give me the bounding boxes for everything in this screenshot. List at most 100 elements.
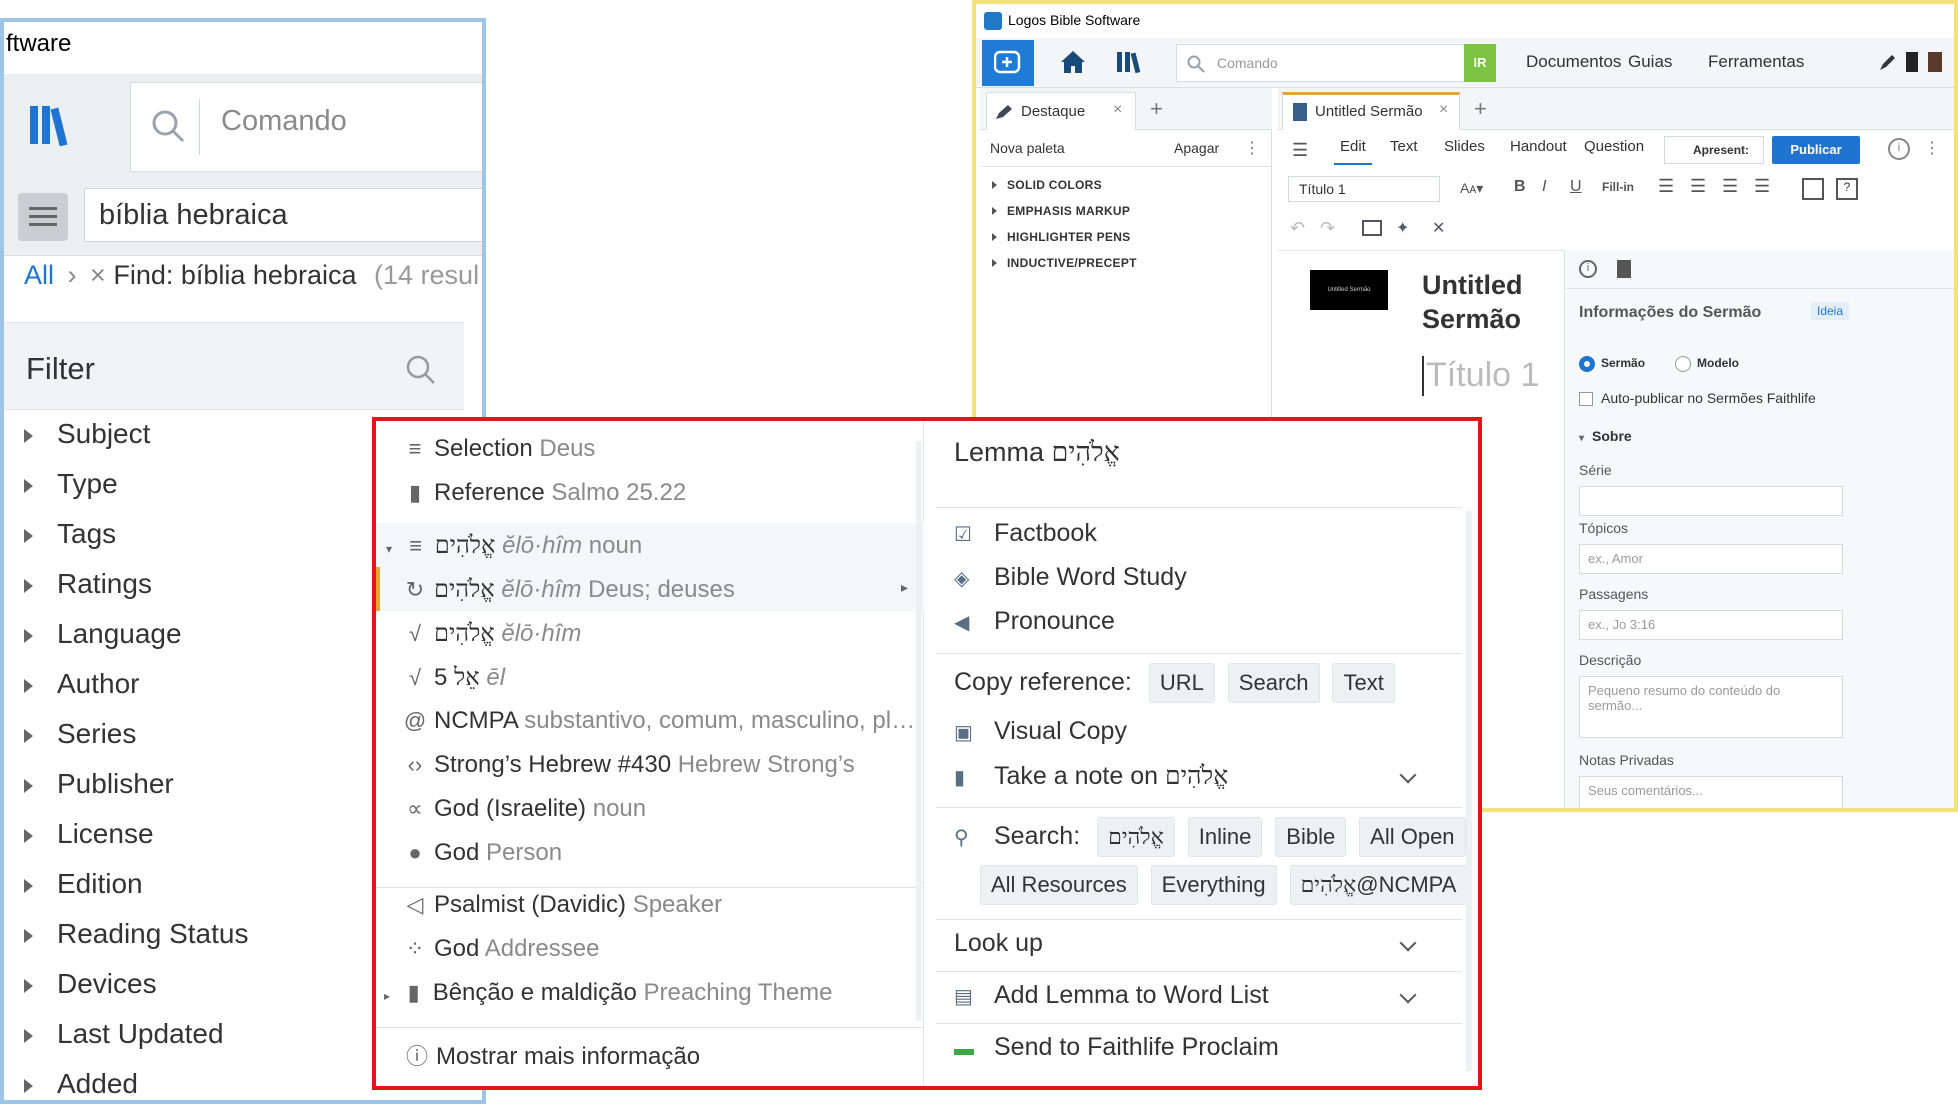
home-icon[interactable]	[1060, 50, 1086, 74]
description-input[interactable]: Pequeno resumo do conteúdo do sermão...	[1579, 676, 1843, 738]
info-icon[interactable]: i	[1579, 260, 1597, 278]
panel-icon[interactable]	[1906, 52, 1918, 72]
question-block-icon[interactable]: ?	[1836, 178, 1858, 200]
speaker-item[interactable]: ◁ Psalmist (Davidic) Speaker	[402, 891, 723, 931]
add-tab-icon[interactable]: +	[1474, 96, 1487, 122]
bible-word-study-item[interactable]: ◈ Bible Word Study	[954, 563, 1187, 592]
theme-item[interactable]: ▸ ▮ Bênção e maldição Preaching Theme	[384, 979, 833, 1019]
add-lemma-item[interactable]: ▤ Add Lemma to Word List	[954, 981, 1454, 1010]
publish-button[interactable]: Publicar	[1772, 136, 1860, 164]
tab-destaque[interactable]: Destaque ×	[986, 92, 1136, 130]
italic-icon[interactable]: I	[1542, 178, 1546, 196]
new-palette-button[interactable]: Nova paleta	[990, 140, 1065, 156]
palette-inductive-precept[interactable]: INDUCTIVE/PRECEPT	[992, 256, 1137, 270]
bullet-list-icon[interactable]: ☰	[1658, 176, 1674, 197]
font-size-icon[interactable]: Aᴀ▾	[1460, 180, 1483, 197]
library-icon[interactable]	[1116, 50, 1144, 74]
ir-badge[interactable]: IR	[1464, 44, 1496, 82]
facet-devices[interactable]: Devices	[24, 968, 157, 1000]
search-icon[interactable]	[406, 355, 436, 385]
tab-question[interactable]: Question	[1584, 138, 1644, 155]
palette-emphasis-markup[interactable]: EMPHASIS MARKUP	[992, 204, 1130, 218]
facet-language[interactable]: Language	[24, 618, 182, 650]
reference-item[interactable]: ▮ Reference Salmo 25.22	[402, 479, 686, 519]
facet-subject[interactable]: Subject	[24, 418, 150, 450]
slide-thumbnail[interactable]: Untitled Sermão	[1310, 270, 1388, 310]
copy-url-button[interactable]: URL	[1148, 663, 1215, 703]
strongs-item[interactable]: ‹› Strong’s Hebrew #430 Hebrew Strong’s	[402, 751, 855, 791]
book-icon[interactable]	[1928, 52, 1942, 72]
pencil-icon[interactable]	[1878, 54, 1896, 72]
menu-icon[interactable]: ☰	[1292, 140, 1308, 161]
nav-ferramentas[interactable]: Ferramentas	[1708, 52, 1804, 72]
chevron-down-icon[interactable]	[1399, 766, 1417, 784]
close-icon[interactable]: ×	[90, 260, 106, 290]
redo-icon[interactable]: ↷	[1320, 218, 1335, 239]
search-lemma-button[interactable]: אֱלֹהִים	[1097, 817, 1175, 857]
send-proclaim-item[interactable]: ▬ Send to Faithlife Proclaim	[954, 1033, 1279, 1062]
facet-type[interactable]: Type	[24, 468, 118, 500]
chevron-down-icon[interactable]	[1399, 934, 1417, 952]
tab-handout[interactable]: Handout	[1510, 138, 1567, 155]
scrollbar[interactable]	[1466, 511, 1472, 1071]
look-up-item[interactable]: Look up	[954, 929, 1454, 958]
root-item[interactable]: √ 5 אֵל ēl	[402, 663, 505, 703]
menu-button[interactable]	[18, 193, 68, 241]
bookmark-add-icon[interactable]: ✦	[1396, 218, 1409, 238]
search-morph-button[interactable]: אֱלֹהִים@NCMPA	[1289, 865, 1468, 905]
logos-logo-button[interactable]	[982, 40, 1034, 86]
series-input[interactable]	[1579, 486, 1843, 516]
chevron-down-icon[interactable]	[1399, 986, 1417, 1004]
sense-gloss-item[interactable]: ∝ God (Israelite) noun	[402, 795, 646, 835]
add-tab-icon[interactable]: +	[1150, 96, 1163, 122]
facet-tags[interactable]: Tags	[24, 518, 116, 550]
word-item[interactable]: ▾ ≡ אֱלֹהִים ĕlō·hîm noun	[376, 523, 924, 567]
factbook-item[interactable]: ☑ Factbook	[954, 519, 1097, 548]
search-all-resources-button[interactable]: All Resources	[980, 865, 1138, 905]
facet-last-updated[interactable]: Last Updated	[24, 1018, 224, 1050]
search-all-open-button[interactable]: All Open	[1359, 817, 1466, 857]
command-box[interactable]: Comando	[1176, 44, 1466, 82]
more-icon[interactable]: ⋮	[1244, 138, 1260, 158]
search-everything-button[interactable]: Everything	[1150, 865, 1277, 905]
palette-highlighter-pens[interactable]: HIGHLIGHTER PENS	[992, 230, 1130, 244]
info-icon[interactable]: i	[1888, 138, 1910, 160]
facet-license[interactable]: License	[24, 818, 154, 850]
visual-copy-item[interactable]: ▣ Visual Copy	[954, 717, 1127, 746]
selection-item[interactable]: ≡ Selection Deus	[402, 435, 596, 475]
search-bible-button[interactable]: Bible	[1275, 817, 1347, 857]
palette-solid-colors[interactable]: SOLID COLORS	[992, 178, 1102, 192]
addressee-item[interactable]: ⁘ God Addressee	[402, 935, 600, 975]
present-button[interactable]: Apresent:	[1664, 136, 1764, 164]
close-icon[interactable]: ×	[1439, 101, 1448, 119]
underline-icon[interactable]: U	[1570, 178, 1582, 196]
about-section[interactable]: ▾ Sobre	[1579, 428, 1632, 444]
tab-edit[interactable]: Edit	[1334, 138, 1372, 165]
lemma-item[interactable]: √ אֱלֹהִים ĕlō·hîm	[402, 619, 581, 659]
heading-placeholder[interactable]: Título 1	[1426, 356, 1539, 395]
block-icon[interactable]	[1802, 178, 1824, 200]
notes-input[interactable]: Seus comentários...	[1579, 776, 1843, 808]
tab-untitled-sermon[interactable]: Untitled Sermão ×	[1282, 92, 1460, 130]
tab-text[interactable]: Text	[1390, 138, 1418, 155]
idea-badge[interactable]: Ideia	[1811, 302, 1850, 320]
copy-text-button[interactable]: Text	[1332, 663, 1395, 703]
morphology-item[interactable]: @ NCMPA substantivo, comum, masculino, pl…	[402, 707, 915, 747]
autopublish-checkbox[interactable]	[1579, 392, 1593, 406]
radio-sermon[interactable]	[1579, 356, 1595, 372]
facet-publisher[interactable]: Publisher	[24, 768, 174, 800]
fill-in-button[interactable]: Fill-in	[1602, 180, 1634, 194]
bold-icon[interactable]: B	[1514, 178, 1526, 196]
radio-model[interactable]	[1675, 356, 1691, 372]
passages-input[interactable]: ex., Jo 3:16	[1579, 610, 1843, 640]
library-button[interactable]	[4, 74, 102, 178]
pronounce-item[interactable]: ◀ Pronounce	[954, 607, 1115, 636]
facet-series[interactable]: Series	[24, 718, 136, 750]
sense-item[interactable]: ↻ אֱלֹהִים ĕlō·hîm Deus; deuses ▸	[376, 567, 924, 611]
topics-input[interactable]: ex., Amor	[1579, 544, 1843, 574]
facet-added[interactable]: Added	[24, 1068, 138, 1100]
person-item[interactable]: ● God Person	[402, 839, 562, 879]
nav-guias[interactable]: Guias	[1628, 52, 1672, 72]
more-icon[interactable]: ⋮	[1924, 138, 1940, 158]
nav-documentos[interactable]: Documentos	[1526, 52, 1621, 72]
